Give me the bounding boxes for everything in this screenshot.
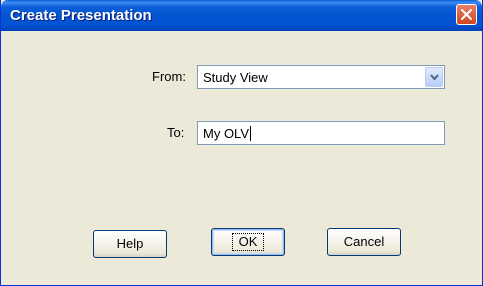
title-bar[interactable]: Create Presentation xyxy=(1,0,482,31)
dialog-title: Create Presentation xyxy=(10,7,152,24)
dropdown-arrow-button[interactable] xyxy=(425,67,443,87)
dialog-body: From: Study View To: My OLV Help OK Canc… xyxy=(4,31,479,282)
chevron-down-icon xyxy=(430,74,439,81)
to-field[interactable]: My OLV xyxy=(197,121,445,145)
to-field-value: My OLV xyxy=(203,126,249,141)
cancel-button-label: Cancel xyxy=(343,234,385,249)
cancel-button[interactable]: Cancel xyxy=(327,228,401,256)
from-label: From: xyxy=(152,69,186,84)
help-button[interactable]: Help xyxy=(93,230,167,258)
ok-button[interactable]: OK xyxy=(211,228,285,256)
help-button-label: Help xyxy=(116,236,144,251)
ok-button-label: OK xyxy=(231,233,265,251)
to-label: To: xyxy=(167,125,185,140)
to-field-text: My OLV xyxy=(203,126,251,141)
close-icon xyxy=(461,9,472,20)
from-dropdown[interactable]: Study View xyxy=(197,65,445,89)
create-presentation-dialog: Create Presentation From: Study View To:… xyxy=(0,0,483,286)
close-button[interactable] xyxy=(456,4,477,25)
text-caret xyxy=(250,126,251,141)
from-selected-value: Study View xyxy=(203,70,268,85)
